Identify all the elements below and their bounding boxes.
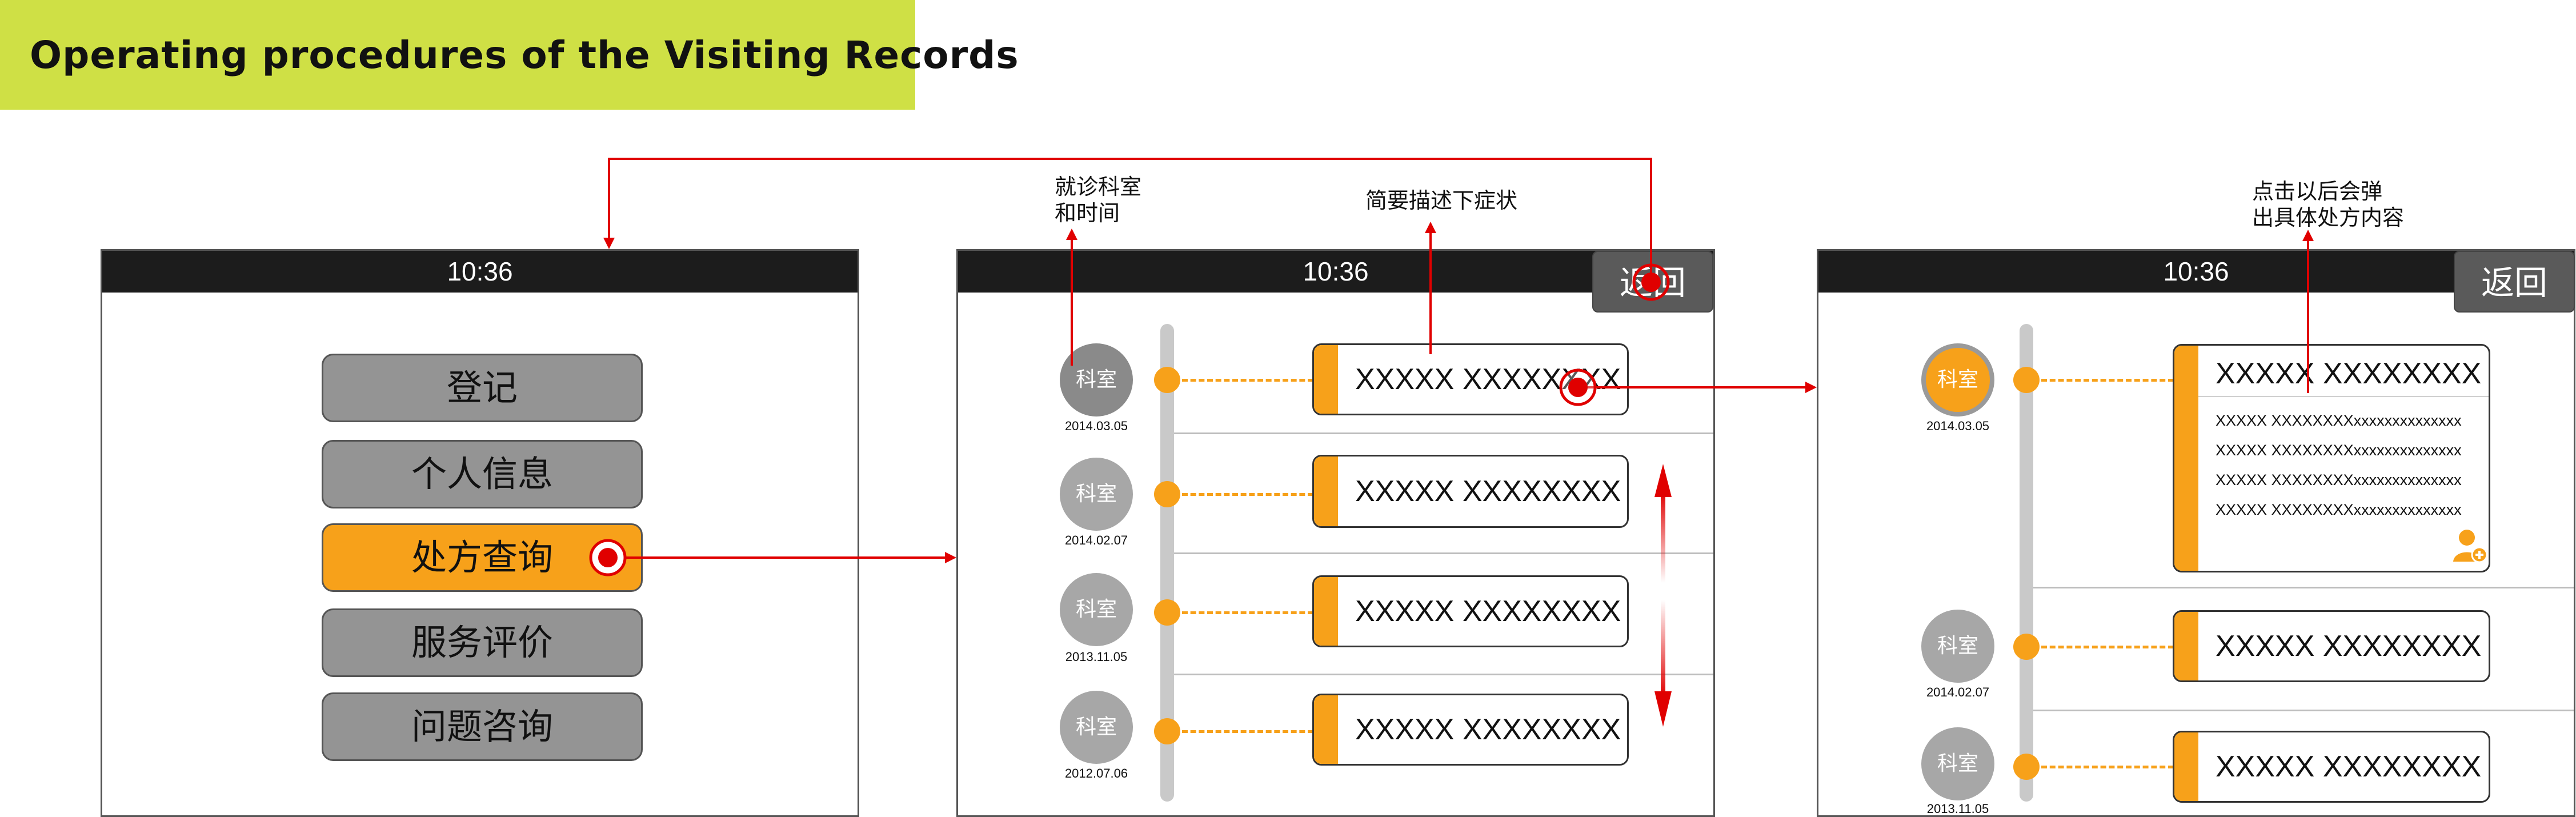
annotation-pointer — [2302, 230, 2314, 393]
scroll-arrow-icon — [1654, 464, 1672, 727]
tap-target-icon — [589, 539, 627, 576]
annotation-pointer — [1425, 222, 1436, 354]
list-to-detail-arrow — [1578, 382, 1817, 393]
back-to-menu-arrow — [603, 158, 1652, 279]
annotation-pointer — [1066, 229, 1077, 366]
menu-to-list-arrow — [608, 552, 956, 563]
tap-target-icon — [1559, 369, 1597, 406]
flow-arrows — [589, 158, 2314, 727]
